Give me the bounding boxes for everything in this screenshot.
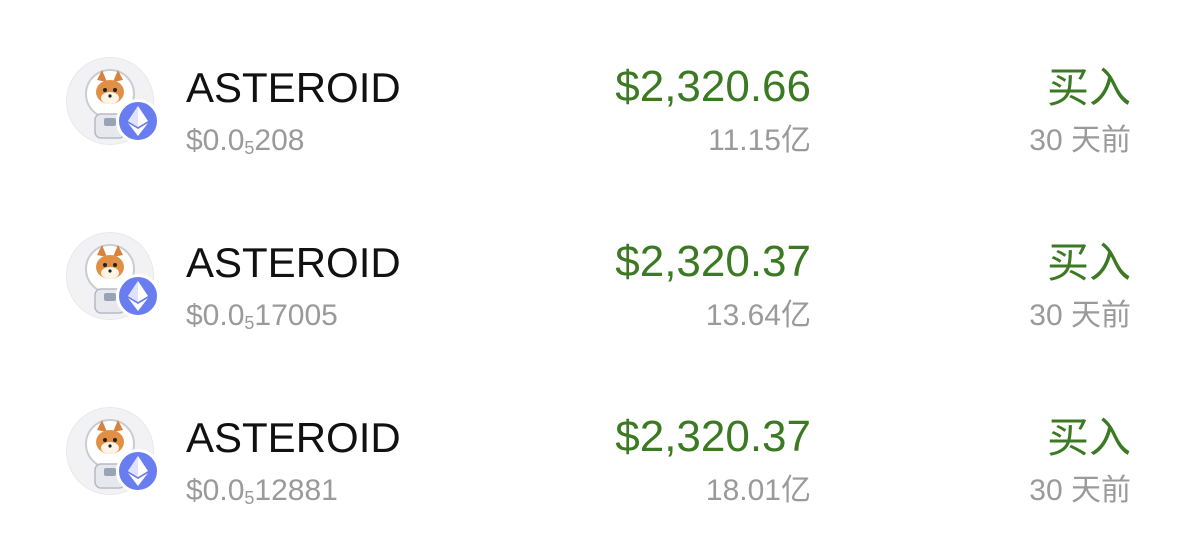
ethereum-icon [116, 274, 160, 318]
token-price: $0.0512881 [186, 474, 338, 508]
trade-time: 30 天前 [1029, 299, 1131, 332]
token-volume: 18.01亿 [705, 474, 811, 507]
token-price: $0.0517005 [186, 299, 338, 333]
buy-label: 买入 [1046, 414, 1131, 461]
token-avatar [66, 407, 162, 503]
token-volume: 13.64亿 [705, 299, 811, 332]
trade-amount: $2,320.66 [615, 62, 811, 111]
token-name: ASTEROID [186, 414, 401, 461]
list-item[interactable]: ASTEROID $0.05208 $2,320.66 11.15亿 买入 30… [0, 53, 1199, 203]
token-avatar [66, 232, 162, 328]
token-avatar [66, 57, 162, 153]
list-item[interactable]: ASTEROID $0.0517005 $2,320.37 13.64亿 买入 … [0, 228, 1199, 378]
buy-label: 买入 [1046, 64, 1131, 111]
trade-amount: $2,320.37 [615, 237, 811, 286]
list-item[interactable]: ASTEROID $0.0512881 $2,320.37 18.01亿 买入 … [0, 403, 1199, 547]
ethereum-icon [116, 449, 160, 493]
buy-label: 买入 [1046, 239, 1131, 286]
token-price: $0.05208 [186, 124, 305, 158]
trade-time: 30 天前 [1029, 474, 1131, 507]
token-name: ASTEROID [186, 239, 401, 286]
transaction-list: ASTEROID $0.05208 $2,320.66 11.15亿 买入 30… [0, 0, 1199, 547]
trade-time: 30 天前 [1029, 124, 1131, 157]
trade-amount: $2,320.37 [615, 412, 811, 461]
ethereum-icon [116, 99, 160, 143]
token-volume: 11.15亿 [708, 124, 811, 157]
token-name: ASTEROID [186, 64, 401, 111]
